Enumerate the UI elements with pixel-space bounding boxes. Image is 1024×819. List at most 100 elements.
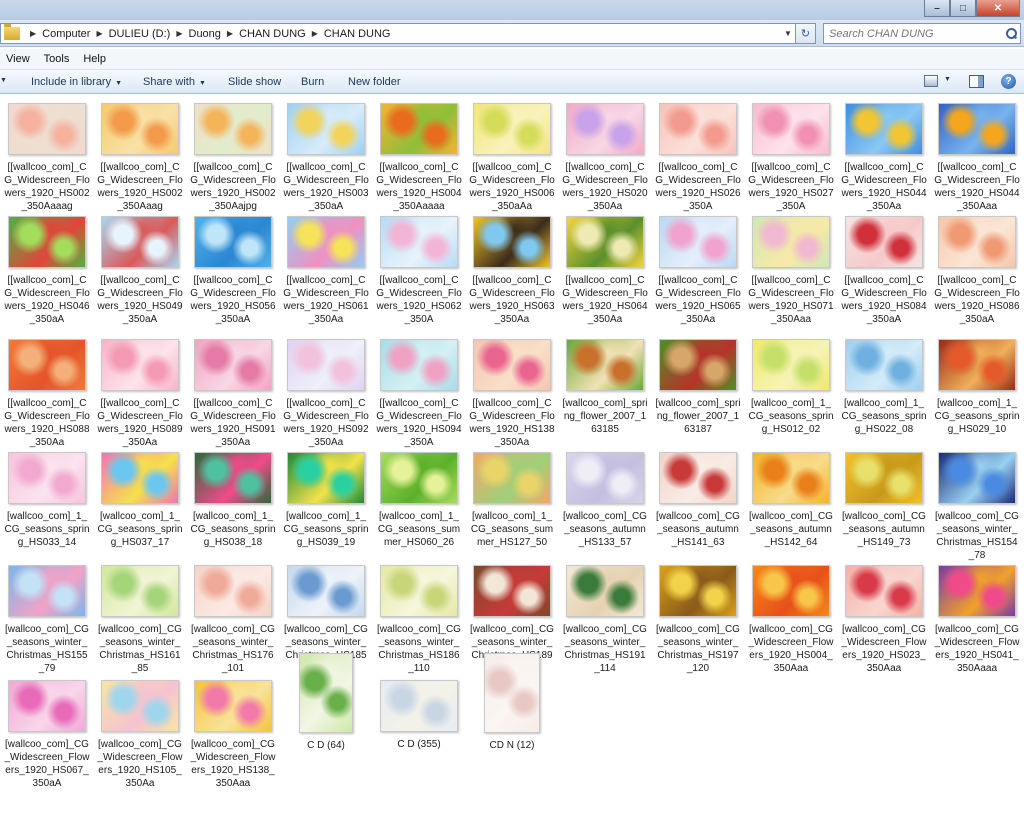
minimize-button[interactable]: – bbox=[924, 0, 950, 17]
file-item[interactable]: [[wallcoo_com]_CG_Widescreen_Flowers_192… bbox=[469, 216, 555, 326]
file-item[interactable]: [wallcoo_com]_CG_seasons_winter_Christma… bbox=[562, 565, 648, 675]
refresh-button[interactable]: ↻ bbox=[796, 23, 816, 44]
file-item[interactable]: [wallcoo_com]_CG_seasons_winter_Christma… bbox=[934, 452, 1020, 562]
file-item[interactable]: [wallcoo_com]_CG_Widescreen_Flowers_1920… bbox=[190, 680, 276, 790]
file-item[interactable]: [[wallcoo_com]_CG_Widescreen_Flowers_192… bbox=[283, 103, 369, 213]
menu-view[interactable]: View bbox=[6, 53, 30, 65]
file-item[interactable]: [[wallcoo_com]_CG_Widescreen_Flowers_192… bbox=[748, 216, 834, 326]
image-thumbnail bbox=[938, 339, 1016, 391]
file-item[interactable]: [wallcoo_com]_CG_seasons_autumn_HS149_73 bbox=[841, 452, 927, 549]
include-in-library-button[interactable]: Include in library ▼ bbox=[31, 76, 122, 88]
burn-button[interactable]: Burn bbox=[301, 76, 324, 88]
file-item[interactable]: [wallcoo_com]_CG_seasons_winter_Christma… bbox=[4, 565, 90, 675]
file-item[interactable]: [[wallcoo_com]_CG_Widescreen_Flowers_192… bbox=[190, 339, 276, 449]
minimize-icon: – bbox=[934, 2, 940, 14]
chevron-right-icon[interactable]: ▶ bbox=[30, 29, 36, 38]
file-item[interactable]: [[wallcoo_com]_CG_Widescreen_Flowers_192… bbox=[934, 103, 1020, 213]
file-item[interactable]: [wallcoo_com]_CG_seasons_winter_Christma… bbox=[376, 565, 462, 675]
file-item[interactable]: [[wallcoo_com]_CG_Widescreen_Flowers_192… bbox=[283, 339, 369, 449]
breadcrumb-drive[interactable]: DULIEU (D:) bbox=[109, 28, 171, 40]
file-item[interactable]: [[wallcoo_com]_CG_Widescreen_Flowers_192… bbox=[4, 103, 90, 213]
breadcrumb-computer[interactable]: Computer bbox=[42, 28, 90, 40]
image-thumbnail bbox=[659, 565, 737, 617]
preview-pane-icon[interactable] bbox=[969, 75, 984, 88]
image-thumbnail bbox=[8, 103, 86, 155]
file-item[interactable]: [wallcoo_com]_CG_Widescreen_Flowers_1920… bbox=[4, 680, 90, 790]
file-item[interactable]: [wallcoo_com]_CG_seasons_autumn_HS133_57 bbox=[562, 452, 648, 549]
file-item[interactable]: [[wallcoo_com]_CG_Widescreen_Flowers_192… bbox=[376, 103, 462, 213]
file-item[interactable]: [[wallcoo_com]_CG_Widescreen_Flowers_192… bbox=[4, 339, 90, 449]
file-item[interactable]: [[wallcoo_com]_CG_Widescreen_Flowers_192… bbox=[562, 216, 648, 326]
file-item[interactable]: [wallcoo_com]_1_CG_seasons_spring_HS029_… bbox=[934, 339, 1020, 436]
file-item[interactable]: CD N (12) bbox=[469, 653, 555, 752]
address-bar[interactable]: ▶ Computer ▶ DULIEU (D:) ▶ Duong ▶ CHAN … bbox=[0, 23, 796, 44]
file-item[interactable]: [[wallcoo_com]_CG_Widescreen_Flowers_192… bbox=[655, 103, 741, 213]
help-icon[interactable]: ? bbox=[1001, 74, 1016, 89]
file-item[interactable]: [wallcoo_com]_CG_seasons_autumn_HS142_64 bbox=[748, 452, 834, 549]
file-item[interactable]: [wallcoo_com]_CG_Widescreen_Flowers_1920… bbox=[97, 680, 183, 790]
file-item[interactable]: [[wallcoo_com]_CG_Widescreen_Flowers_192… bbox=[748, 103, 834, 213]
file-name-label: [[wallcoo_com]_CG_Widescreen_Flowers_192… bbox=[655, 162, 741, 212]
file-item[interactable]: [[wallcoo_com]_CG_Widescreen_Flowers_192… bbox=[97, 339, 183, 449]
file-item[interactable]: [[wallcoo_com]_CG_Widescreen_Flowers_192… bbox=[190, 216, 276, 326]
change-view-icon[interactable] bbox=[924, 75, 938, 87]
file-item[interactable]: [[wallcoo_com]_CG_Widescreen_Flowers_192… bbox=[376, 339, 462, 449]
file-item[interactable]: [wallcoo_com]_1_CG_seasons_spring_HS033_… bbox=[4, 452, 90, 549]
file-item[interactable]: [wallcoo_com]_1_CG_seasons_summer_HS060_… bbox=[376, 452, 462, 549]
file-item[interactable]: [[wallcoo_com]_CG_Widescreen_Flowers_192… bbox=[562, 103, 648, 213]
menu-tools[interactable]: Tools bbox=[44, 53, 70, 65]
file-item[interactable]: [wallcoo_com]_1_CG_seasons_spring_HS038_… bbox=[190, 452, 276, 549]
file-item[interactable]: [wallcoo_com]_1_CG_seasons_spring_HS037_… bbox=[97, 452, 183, 549]
chevron-right-icon[interactable]: ▶ bbox=[227, 29, 233, 38]
file-item[interactable]: C D (64) bbox=[283, 653, 369, 752]
address-dropdown-icon[interactable]: ▼ bbox=[781, 29, 795, 38]
file-item[interactable]: [[wallcoo_com]_CG_Widescreen_Flowers_192… bbox=[841, 216, 927, 326]
file-item[interactable]: [wallcoo_com]_CG_seasons_winter_Christma… bbox=[190, 565, 276, 675]
file-item[interactable]: [wallcoo_com]_CG_seasons_winter_Christma… bbox=[655, 565, 741, 675]
file-name-label: [wallcoo_com]_CG_Widescreen_Flowers_1920… bbox=[97, 739, 183, 789]
slide-show-button[interactable]: Slide show bbox=[228, 76, 281, 88]
breadcrumb-chan-dung-parent[interactable]: CHAN DUNG bbox=[239, 28, 306, 40]
file-item[interactable]: [[wallcoo_com]_CG_Widescreen_Flowers_192… bbox=[190, 103, 276, 213]
file-item[interactable]: [wallcoo_com]_spring_flower_2007_163187 bbox=[655, 339, 741, 436]
file-item[interactable]: [[wallcoo_com]_CG_Widescreen_Flowers_192… bbox=[469, 103, 555, 213]
file-item[interactable]: [[wallcoo_com]_CG_Widescreen_Flowers_192… bbox=[97, 216, 183, 326]
image-thumbnail bbox=[287, 103, 365, 155]
views-dropdown-icon[interactable]: ▼ bbox=[944, 76, 951, 83]
file-item[interactable]: [[wallcoo_com]_CG_Widescreen_Flowers_192… bbox=[934, 216, 1020, 326]
file-item[interactable]: [wallcoo_com]_CG_Widescreen_Flowers_1920… bbox=[934, 565, 1020, 675]
search-icon[interactable] bbox=[1006, 28, 1017, 39]
menu-help[interactable]: Help bbox=[83, 53, 106, 65]
file-item[interactable]: [wallcoo_com]_1_CG_seasons_spring_HS039_… bbox=[283, 452, 369, 549]
file-item[interactable]: C D (355) bbox=[376, 680, 462, 751]
chevron-right-icon[interactable]: ▶ bbox=[176, 29, 182, 38]
file-item[interactable]: [wallcoo_com]_1_CG_seasons_summer_HS127_… bbox=[469, 452, 555, 549]
file-item[interactable]: [[wallcoo_com]_CG_Widescreen_Flowers_192… bbox=[655, 216, 741, 326]
file-item[interactable]: [wallcoo_com]_CG_Widescreen_Flowers_1920… bbox=[841, 565, 927, 675]
chevron-right-icon[interactable]: ▶ bbox=[312, 29, 318, 38]
breadcrumb-chan-dung[interactable]: CHAN DUNG bbox=[324, 28, 391, 40]
file-item[interactable]: [wallcoo_com]_CG_Widescreen_Flowers_1920… bbox=[748, 565, 834, 675]
chevron-right-icon[interactable]: ▶ bbox=[96, 29, 102, 38]
file-item[interactable]: [wallcoo_com]_spring_flower_2007_163185 bbox=[562, 339, 648, 436]
new-folder-button[interactable]: New folder bbox=[348, 76, 401, 88]
file-item[interactable]: [wallcoo_com]_1_CG_seasons_spring_HS012_… bbox=[748, 339, 834, 436]
maximize-button[interactable]: □ bbox=[950, 0, 976, 17]
search-box[interactable] bbox=[823, 23, 1021, 44]
file-item[interactable]: [wallcoo_com]_1_CG_seasons_spring_HS022_… bbox=[841, 339, 927, 436]
file-item[interactable]: [[wallcoo_com]_CG_Widescreen_Flowers_192… bbox=[97, 103, 183, 213]
file-item[interactable]: [wallcoo_com]_CG_seasons_autumn_HS141_63 bbox=[655, 452, 741, 549]
file-name-label: [wallcoo_com]_CG_seasons_winter_Christma… bbox=[98, 624, 182, 674]
file-item[interactable]: [[wallcoo_com]_CG_Widescreen_Flowers_192… bbox=[376, 216, 462, 326]
search-input[interactable] bbox=[829, 27, 999, 40]
file-item[interactable]: [[wallcoo_com]_CG_Widescreen_Flowers_192… bbox=[283, 216, 369, 326]
file-item[interactable]: [[wallcoo_com]_CG_Widescreen_Flowers_192… bbox=[469, 339, 555, 449]
file-item[interactable]: [[wallcoo_com]_CG_Widescreen_Flowers_192… bbox=[841, 103, 927, 213]
share-with-button[interactable]: Share with ▼ bbox=[143, 76, 206, 88]
organize-dropdown-icon[interactable]: ▼ bbox=[0, 77, 7, 84]
close-button[interactable]: ✕ bbox=[976, 0, 1020, 17]
file-item[interactable]: [[wallcoo_com]_CG_Widescreen_Flowers_192… bbox=[4, 216, 90, 326]
breadcrumb-duong[interactable]: Duong bbox=[189, 28, 221, 40]
file-item[interactable]: [wallcoo_com]_CG_seasons_winter_Christma… bbox=[97, 565, 183, 675]
file-name-label: [wallcoo_com]_spring_flower_2007_163187 bbox=[655, 398, 741, 435]
